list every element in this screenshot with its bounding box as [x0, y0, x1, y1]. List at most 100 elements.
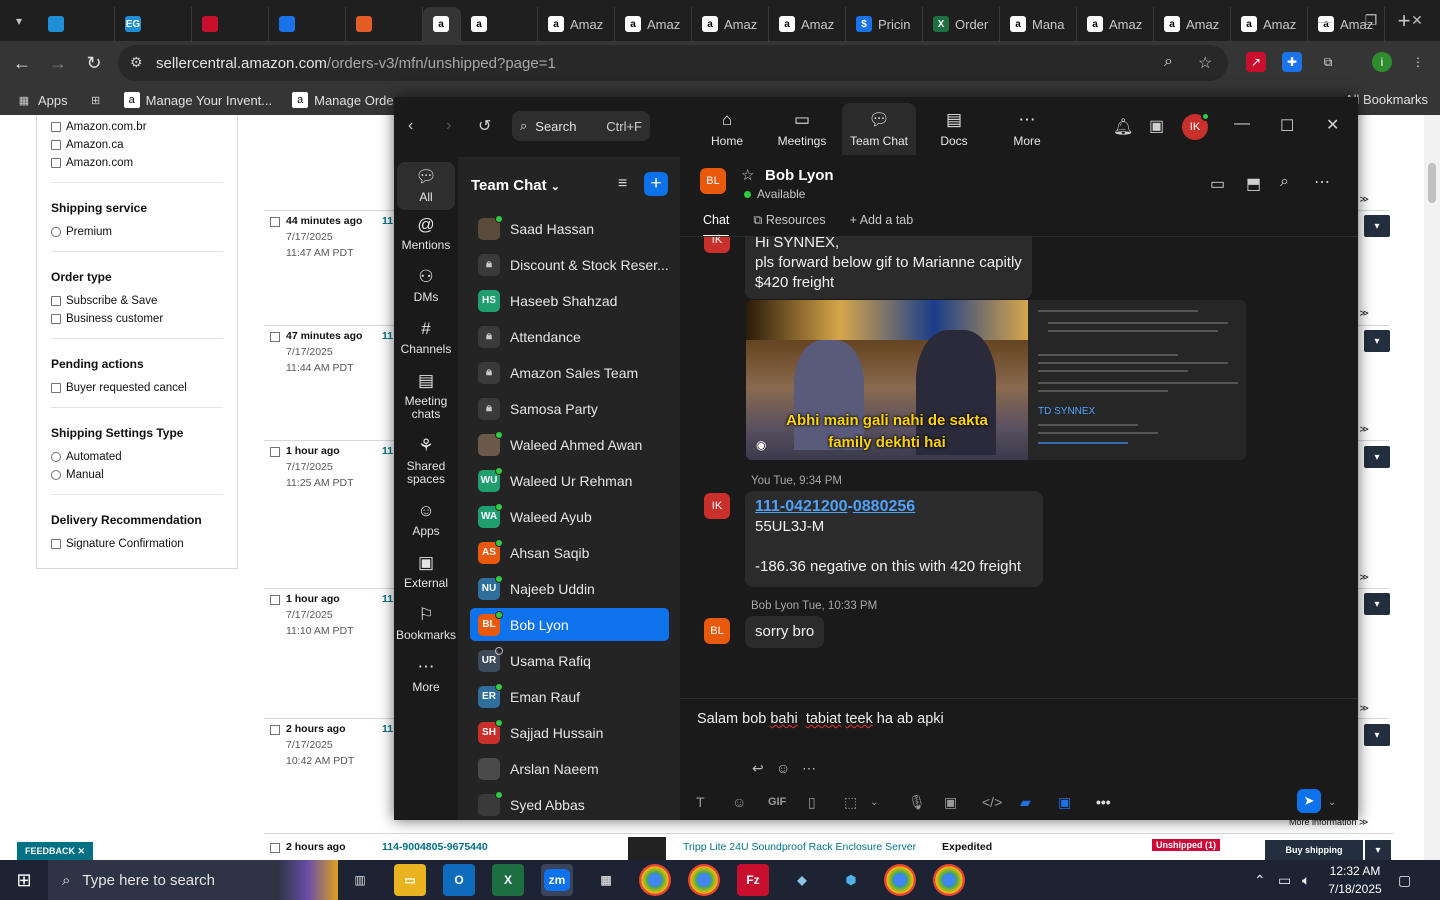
- chrome-icon[interactable]: [688, 864, 720, 896]
- contact-item[interactable]: BL Bob Lyon: [470, 608, 669, 641]
- page-scrollbar[interactable]: [1424, 115, 1440, 860]
- order-id-link[interactable]: 11: [382, 723, 393, 735]
- reload-button[interactable]: ↻: [76, 45, 112, 81]
- radio-button[interactable]: [51, 452, 61, 462]
- excel-icon[interactable]: X: [492, 864, 524, 896]
- back-button[interactable]: ←: [4, 45, 40, 81]
- close-icon[interactable]: ✕: [1326, 115, 1339, 135]
- filter-option[interactable]: Automated: [51, 448, 223, 466]
- rail-dms[interactable]: ⚇ DMs: [397, 268, 455, 304]
- browser-tab[interactable]: [269, 7, 346, 41]
- calculator-icon[interactable]: ▦: [590, 864, 622, 896]
- contact-item[interactable]: 🔒︎ Attendance: [470, 320, 669, 353]
- browser-tab[interactable]: a Amaz: [1154, 7, 1231, 41]
- contact-item[interactable]: HS Haseeb Shahzad: [470, 284, 669, 317]
- browser-tab[interactable]: EG: [115, 7, 192, 41]
- taskbar-clock[interactable]: 12:32 AM 7/18/2025: [1318, 862, 1392, 898]
- tab-chat[interactable]: Chat: [703, 213, 730, 237]
- checkbox[interactable]: [51, 314, 61, 324]
- row-checkbox[interactable]: [270, 447, 280, 457]
- nav-meetings[interactable]: ▭ Meetings: [765, 103, 839, 155]
- bookmark-apps[interactable]: ▦ Apps: [16, 92, 68, 108]
- checkbox[interactable]: [51, 158, 61, 168]
- rail-more[interactable]: ⋯ More: [397, 658, 455, 694]
- contact-item[interactable]: WU Waleed Ur Rehman: [470, 464, 669, 497]
- gif-icon[interactable]: GIF: [768, 796, 786, 808]
- contact-item[interactable]: AS Ahsan Saqib: [470, 536, 669, 569]
- dropdown-button[interactable]: ▾: [1364, 330, 1390, 352]
- more-options-icon[interactable]: ⋯: [1314, 172, 1330, 192]
- row-checkbox[interactable]: [270, 843, 280, 853]
- new-chat-button[interactable]: +: [644, 172, 668, 196]
- task-view-icon[interactable]: ▥: [344, 864, 376, 896]
- nav-docs[interactable]: ▤ Docs: [917, 103, 991, 155]
- contact-item[interactable]: 🔒︎ Discount & Stock Reser...: [470, 248, 669, 281]
- filezilla-icon[interactable]: Fz: [737, 864, 769, 896]
- dropdown-button[interactable]: ▾: [1364, 724, 1390, 746]
- rail-channels[interactable]: # Channels: [397, 320, 455, 356]
- radio-button[interactable]: [51, 470, 61, 480]
- rail-meeting-chats[interactable]: ▤ Meeting chats: [397, 372, 455, 421]
- close-window-button[interactable]: ✕: [1394, 0, 1440, 41]
- dropdown-button[interactable]: ▾: [1364, 446, 1390, 468]
- tray-chevron-icon[interactable]: ⌃: [1254, 860, 1266, 900]
- maximize-button[interactable]: ❐: [1348, 0, 1394, 41]
- contact-item[interactable]: Arslan Naeem: [470, 752, 669, 785]
- browser-tab[interactable]: a Mana: [1000, 7, 1077, 41]
- contact-item[interactable]: SH Sajjad Hussain: [470, 716, 669, 749]
- share-screen-icon[interactable]: ⬒: [1246, 174, 1261, 194]
- browser-tab[interactable]: a Amaz: [615, 7, 692, 41]
- profile-avatar[interactable]: i: [1372, 52, 1392, 72]
- message-link[interactable]: 111-0421200: [755, 498, 848, 515]
- contact-item[interactable]: ER Eman Rauf: [470, 680, 669, 713]
- bookmark-manage-inventory[interactable]: a Manage Your Invent...: [123, 92, 272, 108]
- order-id-link[interactable]: 114-9004805-9675440: [382, 841, 488, 853]
- bookmark-grid[interactable]: ⊞: [88, 92, 104, 108]
- browser-menu-icon[interactable]: ⋮: [1408, 52, 1428, 72]
- buy-shipping-button[interactable]: Buy shipping: [1265, 840, 1363, 860]
- windows-start-button[interactable]: ⊞: [0, 860, 48, 900]
- file-icon[interactable]: ▯: [808, 794, 816, 811]
- site-info-icon[interactable]: ⚙: [130, 54, 143, 71]
- code-icon[interactable]: </>: [982, 794, 1002, 810]
- contact-item[interactable]: WA Waleed Ayub: [470, 500, 669, 533]
- message-input[interactable]: Salam bob bahi tabiat teek ha ab apki: [697, 711, 944, 727]
- checkbox[interactable]: [51, 122, 61, 132]
- order-id-link[interactable]: 11: [382, 445, 393, 457]
- taskbar-search-box[interactable]: ⌕ Type here to search: [48, 860, 338, 900]
- order-id-link[interactable]: 11: [382, 330, 393, 342]
- browser-tab[interactable]: a Amaz: [769, 7, 846, 41]
- forward-button[interactable]: →: [40, 45, 76, 81]
- filter-option[interactable]: Amazon.ca: [51, 136, 223, 154]
- nav-home[interactable]: ⌂ Home: [690, 103, 764, 155]
- filter-option[interactable]: Business customer: [51, 310, 223, 328]
- app-icon[interactable]: ◆: [786, 864, 818, 896]
- order-id-link[interactable]: 11: [382, 215, 393, 227]
- contact-item[interactable]: 🔒︎ Amazon Sales Team: [470, 356, 669, 389]
- contact-item[interactable]: 🔒︎ Samosa Party: [470, 392, 669, 425]
- user-avatar[interactable]: IK: [1182, 112, 1210, 140]
- browser-tab[interactable]: a: [423, 7, 461, 41]
- tab-resources[interactable]: ⧉ Resources: [753, 213, 825, 237]
- browser-tab[interactable]: [38, 7, 115, 41]
- browser-tab[interactable]: a Amaz: [692, 7, 769, 41]
- screenshot-icon[interactable]: ⬚: [844, 794, 857, 811]
- app-icon[interactable]: ▣: [1058, 794, 1071, 811]
- notifications-icon[interactable]: ▢: [1398, 860, 1411, 900]
- zoom-icon[interactable]: ⌕: [1164, 53, 1173, 71]
- bookmark-manage-orders[interactable]: a Manage Orders: [292, 92, 404, 108]
- tab-add[interactable]: + Add a tab: [850, 213, 914, 237]
- filter-option[interactable]: Signature Confirmation: [51, 535, 223, 553]
- app-icon[interactable]: ▰: [1020, 794, 1031, 811]
- maximize-icon[interactable]: ☐: [1280, 116, 1294, 136]
- row-checkbox[interactable]: [270, 217, 280, 227]
- filter-option[interactable]: Amazon.com.br: [51, 118, 223, 136]
- browser-tab[interactable]: a Amaz: [1077, 7, 1154, 41]
- filter-option[interactable]: Premium: [51, 223, 223, 241]
- filter-option[interactable]: Amazon.com: [51, 154, 223, 172]
- address-bar[interactable]: ⚙ sellercentral.amazon.com/orders-v3/mfn…: [118, 45, 1228, 81]
- nav-team-chat[interactable]: 💬︎ Team Chat: [842, 103, 916, 155]
- radio-button[interactable]: [51, 227, 61, 237]
- back-arrow-icon[interactable]: ‹: [408, 117, 413, 135]
- contact-item[interactable]: Syed Abbas: [470, 788, 669, 820]
